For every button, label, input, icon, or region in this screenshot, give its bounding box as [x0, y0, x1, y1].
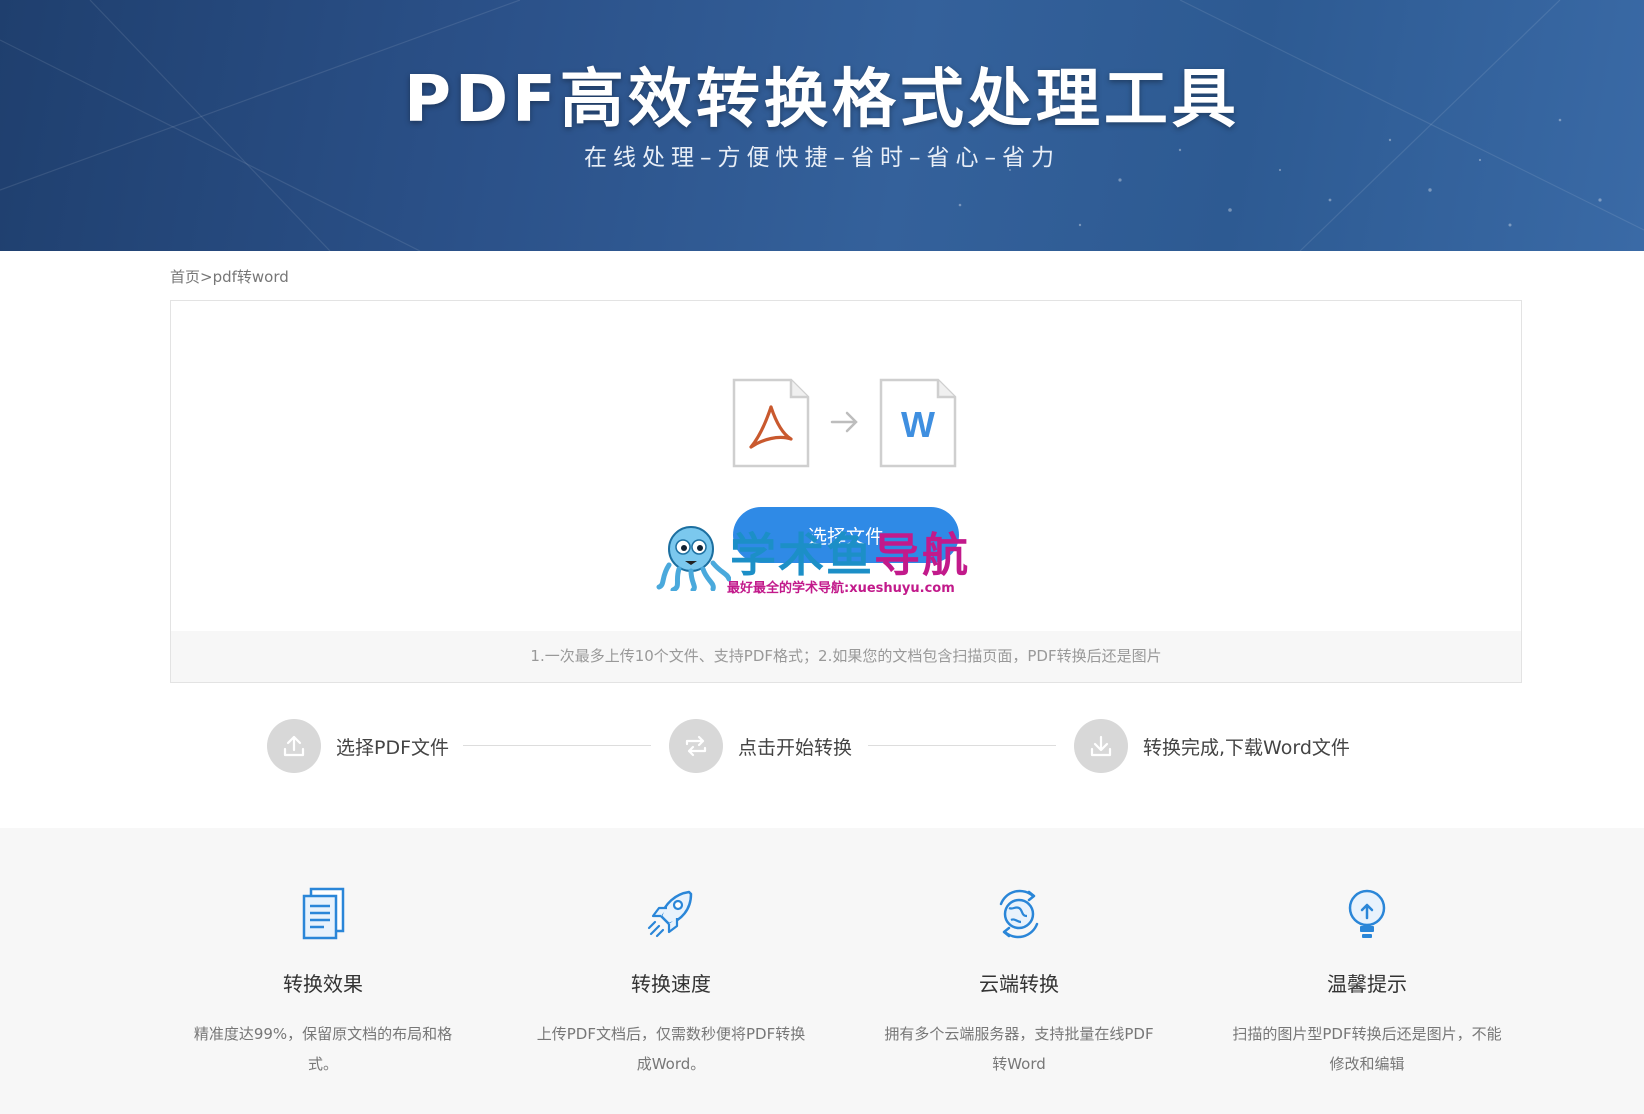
upload-icon — [267, 719, 321, 773]
watermark-title-part2: 导航 — [874, 528, 970, 582]
octopus-mascot-icon — [656, 526, 731, 591]
watermark-logo: 学术鱼导航 最好最全的学术导航:xueshuyu.com — [655, 515, 995, 596]
features-section: 转换效果 精准度达99%，保留原文档的布局和格式。 转换速度 上传PDF文档后，… — [0, 828, 1644, 1114]
step-label: 点击开始转换 — [738, 736, 853, 759]
step-start-convert: 点击开始转换 — [669, 718, 852, 774]
banner-subtitle: 在线处理–方便快捷–省时–省心–省力 — [584, 145, 1060, 171]
breadcrumb[interactable]: 首页>pdf转word — [170, 266, 289, 287]
feature-description: 上传PDF文档后，仅需数秒便将PDF转换成Word。 — [536, 1025, 806, 1073]
feature-cloud-conversion: 云端转换 拥有多个云端服务器，支持批量在线PDF转Word — [869, 828, 1169, 1079]
step-divider — [868, 745, 1056, 746]
word-file-icon: W — [879, 378, 957, 468]
watermark-title: 学术鱼导航 — [730, 519, 970, 585]
document-icon — [302, 887, 345, 940]
banner: PDF高效转换格式处理工具 在线处理–方便快捷–省时–省心–省力 — [0, 0, 1644, 251]
cloud-sync-icon — [999, 889, 1039, 939]
feature-title: 转换效果 — [283, 972, 363, 996]
step-select-pdf: 选择PDF文件 — [267, 718, 449, 774]
word-letter: W — [901, 404, 935, 445]
feature-conversion-speed: 转换速度 上传PDF文档后，仅需数秒便将PDF转换成Word。 — [521, 828, 821, 1079]
feature-title: 转换速度 — [631, 972, 711, 996]
feature-description: 精准度达99%，保留原文档的布局和格式。 — [193, 1025, 453, 1073]
conversion-steps: 选择PDF文件 点击开始转换 转换完成,下载Word文件 — [0, 718, 1644, 778]
upload-hint: 1.一次最多上传10个文件、支持PDF格式；2.如果您的文档包含扫描页面，PDF… — [171, 631, 1521, 682]
feature-conversion-effect: 转换效果 精准度达99%，保留原文档的布局和格式。 — [173, 828, 473, 1079]
pdf-file-icon — [732, 378, 810, 468]
feature-description: 扫描的图片型PDF转换后还是图片，不能修改和编辑 — [1232, 1025, 1502, 1073]
step-label: 转换完成,下载Word文件 — [1143, 736, 1350, 759]
feature-title: 温馨提示 — [1327, 972, 1407, 996]
convert-icon — [669, 719, 723, 773]
feature-title: 云端转换 — [979, 972, 1059, 996]
rocket-icon — [647, 890, 693, 938]
feature-description: 拥有多个云端服务器，支持批量在线PDF转Word — [884, 1025, 1154, 1073]
arrow-right-icon — [830, 411, 858, 433]
watermark-slogan: 最好最全的学术导航:xueshuyu.com — [727, 581, 955, 596]
banner-title: PDF高效转换格式处理工具 — [404, 63, 1240, 137]
step-label: 选择PDF文件 — [336, 736, 450, 759]
step-divider — [463, 745, 651, 746]
lightbulb-icon — [1348, 889, 1386, 938]
feature-warm-tips: 温馨提示 扫描的图片型PDF转换后还是图片，不能修改和编辑 — [1217, 828, 1517, 1079]
upload-panel: W 选择文件 1.一次最多上传10个文件、支持PDF格式；2.如果您的文档包含扫… — [170, 300, 1522, 683]
download-icon — [1074, 719, 1128, 773]
step-download-word: 转换完成,下载Word文件 — [1074, 718, 1350, 774]
watermark-title-part1: 学术鱼 — [730, 528, 874, 582]
